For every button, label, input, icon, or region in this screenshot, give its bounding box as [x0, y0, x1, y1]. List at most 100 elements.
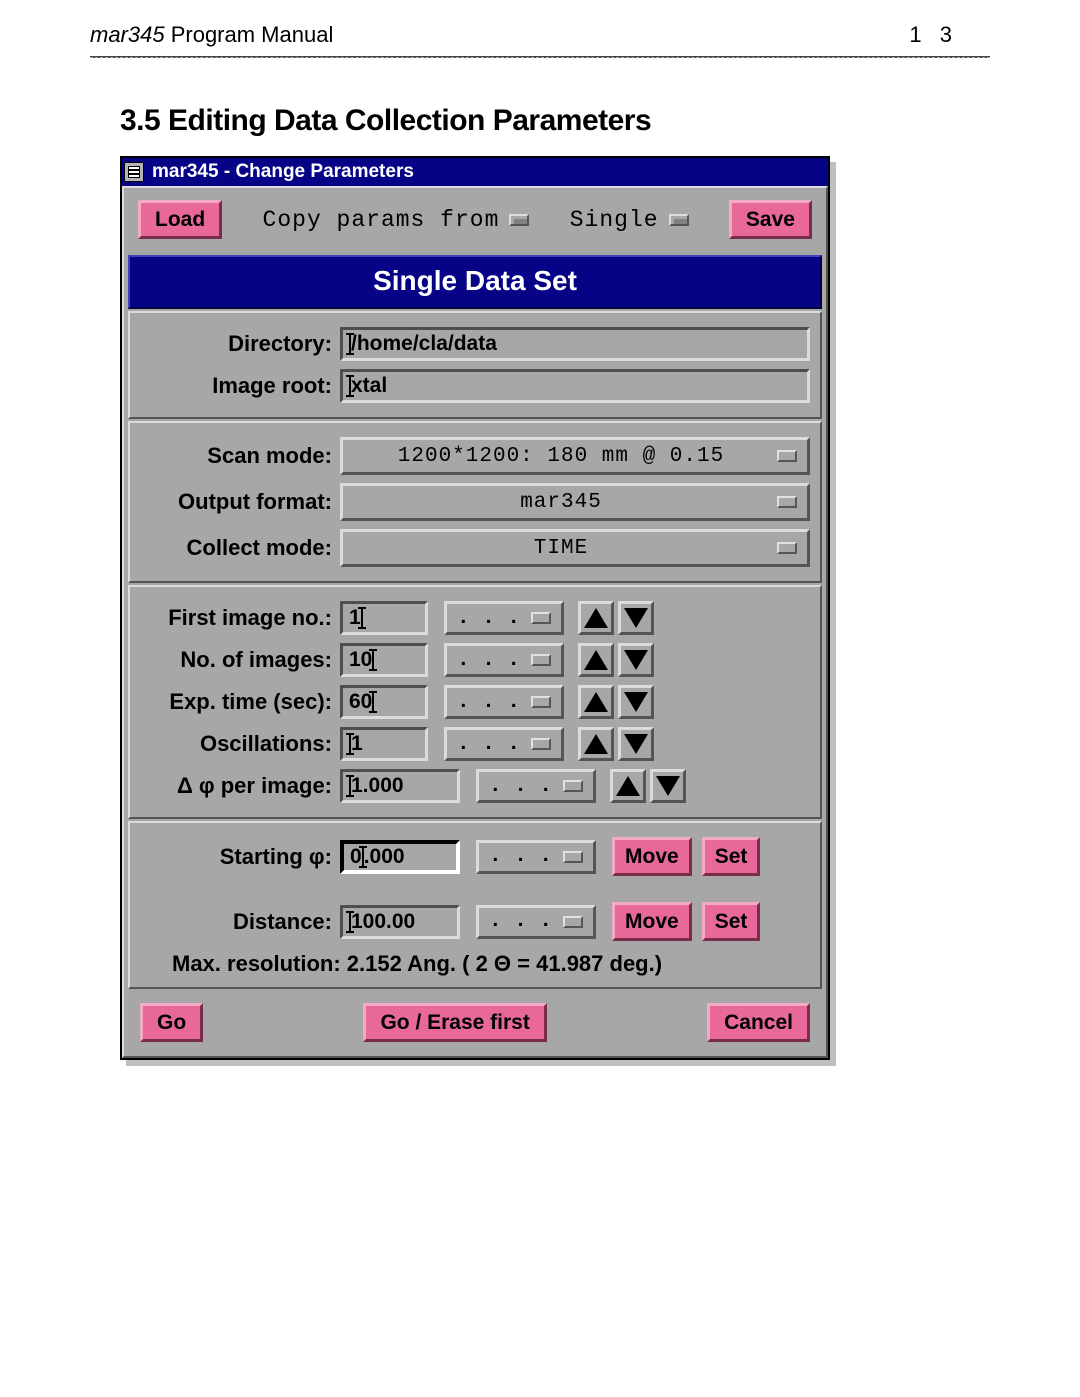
dphi-step-menu[interactable]: . . . — [476, 769, 596, 803]
mode-label: Single — [570, 207, 659, 233]
oscillations-step-menu[interactable]: . . . — [444, 727, 564, 761]
system-menu-icon[interactable] — [124, 162, 144, 182]
first-image-down-button[interactable] — [618, 601, 654, 635]
option-indicator-icon — [563, 916, 583, 928]
mode-menu[interactable]: Single — [570, 207, 689, 233]
directory-value: /home/cla/data — [351, 332, 497, 356]
triangle-down-icon — [624, 608, 648, 628]
text-caret-icon — [372, 650, 374, 670]
program-name: mar345 — [90, 22, 165, 47]
noimages-step-menu[interactable]: . . . — [444, 643, 564, 677]
option-indicator-icon — [669, 214, 689, 226]
dphi-value: 1.000 — [351, 774, 404, 798]
header-rule — [90, 56, 990, 58]
option-indicator-icon — [777, 450, 797, 462]
exptime-step-menu[interactable]: . . . — [444, 685, 564, 719]
option-indicator-icon — [563, 780, 583, 792]
text-caret-icon — [361, 608, 363, 628]
directory-field[interactable]: /home/cla/data — [340, 327, 810, 361]
step-dots: . . . — [457, 649, 520, 672]
text-caret-icon — [349, 334, 351, 354]
distance-move-button[interactable]: Move — [612, 902, 692, 941]
geometry-section: Starting φ: 0.000 . . . Move Set Distanc… — [128, 821, 822, 989]
startphi-field[interactable]: 0.000 — [340, 840, 460, 874]
text-caret-icon — [349, 776, 351, 796]
step-dots: . . . — [457, 607, 520, 630]
oscillations-up-button[interactable] — [578, 727, 614, 761]
first-image-up-button[interactable] — [578, 601, 614, 635]
cancel-button[interactable]: Cancel — [707, 1003, 810, 1042]
triangle-up-icon — [584, 692, 608, 712]
paths-section: Directory: /home/cla/data Image root: xt… — [128, 311, 822, 419]
copy-params-from-label: Copy params from — [263, 207, 500, 233]
oscillations-field[interactable]: 1 — [340, 727, 428, 761]
distance-step-menu[interactable]: . . . — [476, 905, 596, 939]
exptime-field[interactable]: 60 — [340, 685, 428, 719]
output-format-dropdown[interactable]: mar345 — [340, 483, 810, 521]
image-root-value: xtal — [351, 374, 387, 398]
first-image-step-menu[interactable]: . . . — [444, 601, 564, 635]
image-root-field[interactable]: xtal — [340, 369, 810, 403]
modes-section: Scan mode: 1200*1200: 180 mm @ 0.15 Outp… — [128, 421, 822, 583]
dphi-down-button[interactable] — [650, 769, 686, 803]
step-dots: . . . — [457, 691, 520, 714]
load-button[interactable]: Load — [138, 200, 222, 239]
option-indicator-icon — [531, 696, 551, 708]
distance-field[interactable]: 100.00 — [340, 905, 460, 939]
noimages-label: No. of images: — [140, 647, 340, 673]
triangle-down-icon — [624, 650, 648, 670]
titlebar[interactable]: mar345 - Change Parameters — [122, 158, 828, 186]
header-left: mar345 Program Manual — [90, 22, 333, 48]
option-indicator-icon — [509, 214, 529, 226]
scan-mode-label: Scan mode: — [140, 443, 340, 469]
startphi-set-button[interactable]: Set — [702, 837, 761, 876]
text-caret-icon — [372, 692, 374, 712]
copy-params-from-menu[interactable]: Copy params from — [263, 207, 530, 233]
image-root-label: Image root: — [140, 373, 340, 399]
collect-mode-dropdown[interactable]: TIME — [340, 529, 810, 567]
triangle-up-icon — [584, 734, 608, 754]
first-image-label: First image no.: — [140, 605, 340, 631]
oscillations-down-button[interactable] — [618, 727, 654, 761]
directory-label: Directory: — [140, 331, 340, 357]
save-button[interactable]: Save — [729, 200, 812, 239]
counts-section: First image no.: 1 . . . No. of images: — [128, 585, 822, 819]
output-format-label: Output format: — [140, 489, 340, 515]
top-toolbar: Load Copy params from Single Save — [124, 188, 826, 253]
exptime-down-button[interactable] — [618, 685, 654, 719]
first-image-field[interactable]: 1 — [340, 601, 428, 635]
option-indicator-icon — [531, 738, 551, 750]
collect-mode-label: Collect mode: — [140, 535, 340, 561]
option-indicator-icon — [777, 542, 797, 554]
text-caret-icon — [362, 847, 364, 867]
dphi-up-button[interactable] — [610, 769, 646, 803]
text-caret-icon — [349, 376, 351, 396]
triangle-down-icon — [624, 734, 648, 754]
distance-set-button[interactable]: Set — [702, 902, 761, 941]
go-erase-first-button[interactable]: Go / Erase first — [363, 1003, 546, 1042]
bottom-button-bar: Go Go / Erase first Cancel — [124, 991, 826, 1056]
scan-mode-value: 1200*1200: 180 mm @ 0.15 — [398, 445, 724, 468]
program-manual: Program Manual — [165, 22, 334, 47]
option-indicator-icon — [563, 851, 583, 863]
window-title: mar345 - Change Parameters — [152, 161, 414, 183]
distance-label: Distance: — [140, 909, 340, 935]
change-parameters-dialog: mar345 - Change Parameters Load Copy par… — [120, 156, 830, 1060]
exptime-up-button[interactable] — [578, 685, 614, 719]
go-button[interactable]: Go — [140, 1003, 203, 1042]
distance-value: 100.00 — [351, 910, 415, 934]
triangle-up-icon — [584, 608, 608, 628]
collect-mode-value: TIME — [534, 537, 588, 560]
noimages-down-button[interactable] — [618, 643, 654, 677]
startphi-move-button[interactable]: Move — [612, 837, 692, 876]
dialog-body: Load Copy params from Single Save Single… — [122, 186, 828, 1058]
dphi-field[interactable]: 1.000 — [340, 769, 460, 803]
noimages-field[interactable]: 10 — [340, 643, 428, 677]
option-indicator-icon — [531, 612, 551, 624]
output-format-value: mar345 — [520, 491, 602, 514]
startphi-step-menu[interactable]: . . . — [476, 840, 596, 874]
step-dots: . . . — [489, 910, 552, 933]
triangle-up-icon — [584, 650, 608, 670]
scan-mode-dropdown[interactable]: 1200*1200: 180 mm @ 0.15 — [340, 437, 810, 475]
noimages-up-button[interactable] — [578, 643, 614, 677]
